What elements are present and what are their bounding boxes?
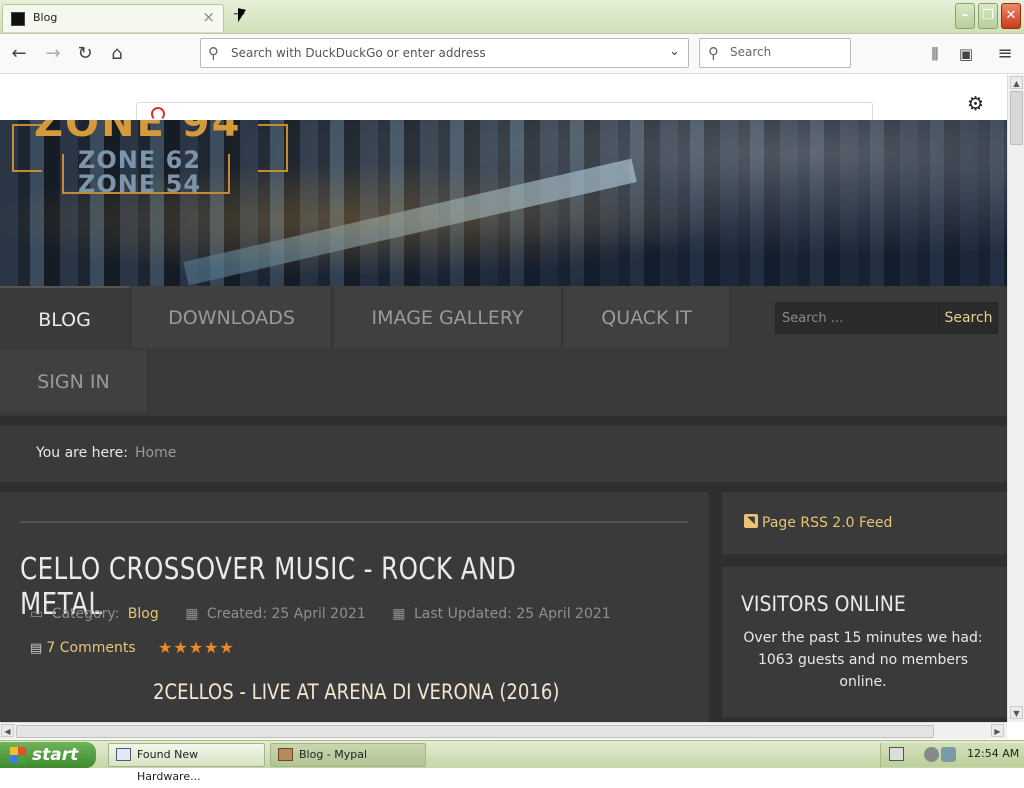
tab-strip: Blog × + – ❐ ✕ — [0, 0, 1024, 34]
reload-icon[interactable]: ↻ — [72, 41, 98, 67]
breadcrumb-label: You are here: — [36, 445, 128, 461]
system-tray: 12:54 AM — [880, 743, 1024, 767]
scroll-left-icon[interactable]: ◀ — [1, 724, 14, 737]
menu-item-image-gallery[interactable]: IMAGE GALLERY — [334, 286, 562, 348]
site-logo[interactable]: ZONE 94 ZONE 62 ZONE 54 — [12, 120, 288, 232]
start-button[interactable]: start — [0, 742, 96, 768]
visitors-title: VISITORS ONLINE — [741, 592, 906, 616]
logo-line-1: ZONE 94 — [34, 120, 242, 146]
keyboard-icon[interactable] — [889, 747, 904, 761]
menu-item-quack-it[interactable]: QUACK IT — [564, 286, 730, 348]
logo-bracket — [258, 124, 288, 172]
mouse-cursor — [238, 8, 246, 24]
rating-stars[interactable]: ★★★★★ — [158, 638, 235, 657]
maximize-button[interactable]: ❐ — [978, 3, 998, 29]
category-label: Category: — [51, 606, 120, 622]
scroll-right-icon[interactable]: ▶ — [991, 724, 1004, 737]
menu-item-sign-in[interactable]: SIGN IN — [0, 350, 148, 412]
comments-count[interactable]: 7 Comments — [46, 640, 135, 656]
divider — [20, 521, 688, 523]
menu-item-downloads[interactable]: DOWNLOADS — [132, 286, 332, 348]
site-search-button[interactable]: Search — [939, 302, 998, 334]
ad-icon — [151, 107, 165, 121]
clock[interactable]: 12:54 AM — [967, 747, 1019, 760]
scroll-thumb[interactable] — [1010, 91, 1023, 145]
visitors-text: Over the past 15 minutes we had: 1063 gu… — [743, 630, 983, 690]
browser-icon — [278, 748, 293, 761]
forward-icon[interactable]: → — [40, 41, 66, 67]
visitors-module: VISITORS ONLINE Over the past 15 minutes… — [722, 567, 1007, 717]
back-icon[interactable]: ← — [6, 41, 32, 67]
menu-icon[interactable]: ≡ — [992, 41, 1018, 67]
favicon-icon — [11, 12, 25, 26]
rss-module: ◥ Page RSS 2.0 Feed — [722, 492, 1007, 554]
gear-icon[interactable]: ⚙ — [967, 93, 984, 115]
search-icon: ⚲ — [708, 44, 719, 62]
close-window-button[interactable]: ✕ — [1001, 3, 1021, 29]
chevron-down-icon[interactable]: ⌄ — [669, 44, 680, 59]
library-icon[interactable]: ⫼ — [922, 41, 948, 67]
task-blog-mypal[interactable]: Blog - Mypal — [270, 743, 426, 767]
site-menu: BLOG DOWNLOADS IMAGE GALLERY QUACK IT SI… — [0, 286, 1007, 416]
windows-logo-icon — [10, 747, 26, 763]
site-banner: ZONE 94 ZONE 62 ZONE 54 — [0, 120, 1007, 286]
home-icon[interactable]: ⌂ — [104, 41, 130, 67]
article-meta: ▭ Category: Blog ▦ Created: 25 April 202… — [30, 606, 615, 622]
calendar-icon: ▦ — [392, 606, 406, 622]
address-input[interactable] — [231, 44, 651, 62]
scroll-up-icon[interactable]: ▲ — [1010, 76, 1023, 89]
start-label: start — [32, 745, 79, 765]
breadcrumb: You are here: Home — [0, 426, 1007, 482]
ad-strip — [136, 102, 873, 122]
network-icon[interactable] — [924, 747, 939, 762]
page-viewport: ⚙ ZONE 94 ZONE 62 ZONE 54 BLOG DOWNLOADS… — [0, 75, 1007, 722]
horizontal-scrollbar[interactable]: ◀ ▶ — [0, 722, 1007, 739]
site-search-input[interactable] — [775, 302, 939, 334]
browser-search-box[interactable]: ⚲ — [699, 38, 851, 68]
task-label: Blog - Mypal — [299, 748, 368, 761]
menu-item-blog[interactable]: BLOG — [0, 286, 130, 348]
address-bar[interactable]: ⚲ ⌄ — [200, 38, 689, 68]
tab-blog[interactable]: Blog × — [2, 4, 224, 32]
safely-remove-icon[interactable] — [941, 747, 956, 762]
task-found-new-hardware[interactable]: Found New Hardware... — [108, 743, 265, 783]
tab-title: Blog — [33, 11, 58, 24]
updated-date: Last Updated: 25 April 2021 — [413, 606, 611, 622]
calendar-icon: ▦ — [185, 606, 199, 622]
minimize-button[interactable]: – — [955, 3, 975, 29]
divider — [0, 482, 1007, 492]
category-link[interactable]: Blog — [128, 606, 159, 622]
vertical-scrollbar[interactable]: ▲ ▼ — [1007, 75, 1024, 722]
taskbar: start Found New Hardware... Blog - Mypal… — [0, 740, 1024, 783]
video-title: 2CELLOS - LIVE AT ARENA DI VERONA (2016) — [153, 680, 560, 704]
sidebar: ◥ Page RSS 2.0 Feed VISITORS ONLINE Over… — [709, 492, 1007, 722]
navigation-toolbar: ← → ↻ ⌂ ⚲ ⌄ ⚲ ⫼ ▣ ≡ — [0, 34, 1024, 74]
browser-search-input[interactable] — [730, 45, 840, 59]
search-icon: ⚲ — [208, 44, 219, 62]
rss-feed-link[interactable]: Page RSS 2.0 Feed — [762, 515, 892, 531]
comment-icon: ▤ — [30, 641, 47, 656]
created-date: Created: 25 April 2021 — [206, 606, 366, 622]
window-icon — [116, 748, 131, 761]
breadcrumb-home-link[interactable]: Home — [135, 445, 176, 461]
tab-close-icon[interactable]: × — [202, 8, 215, 26]
scroll-down-icon[interactable]: ▼ — [1010, 706, 1023, 719]
sidebar-icon[interactable]: ▣ — [953, 41, 979, 67]
browser-window: Blog × + – ❐ ✕ ← → ↻ ⌂ ⚲ ⌄ ⚲ ⫼ ▣ ≡ ⚙ — [0, 0, 1024, 740]
comments-link[interactable]: ▤ 7 Comments — [30, 640, 136, 656]
main-content: CELLO CROSSOVER MUSIC - ROCK AND METAL ▭… — [0, 492, 709, 722]
divider — [0, 416, 1007, 426]
logo-line-3: ZONE 54 — [78, 170, 202, 198]
task-label: Found New Hardware... — [137, 748, 201, 783]
rss-icon: ◥ — [744, 514, 758, 528]
folder-icon: ▭ — [30, 606, 44, 622]
scroll-thumb[interactable] — [16, 725, 934, 738]
